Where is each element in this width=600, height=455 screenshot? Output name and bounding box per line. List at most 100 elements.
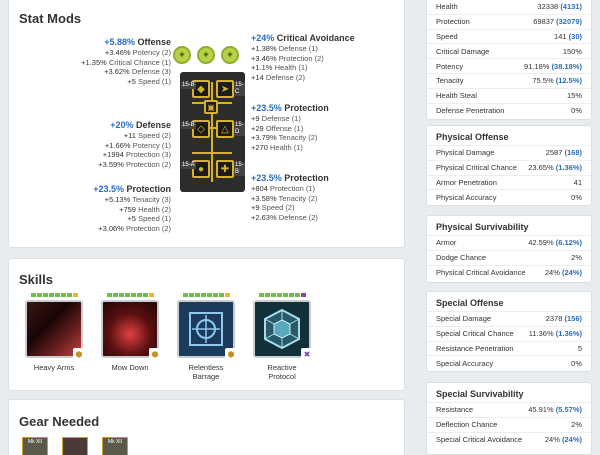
stat-label: Health <box>436 1 458 11</box>
mod-secondary-label: Defense (2) <box>278 212 318 222</box>
mod-block-triangle: +23.5% Protection +9 Defense (1) +29 Offen… <box>251 102 329 152</box>
stat-value: 5 <box>578 344 582 353</box>
skill-pip <box>48 293 54 297</box>
skill-pip <box>130 293 136 297</box>
stat-base-value: 150% <box>562 46 582 56</box>
stat-row: Resistance Penetration 5 <box>427 340 591 356</box>
skill-heavy-arms[interactable]: ⬢ Heavy Arms <box>24 293 85 372</box>
stat-label: Defense Penetration <box>436 105 505 115</box>
mod-secondary-stat: +1.35% Critical Chance (1) <box>81 58 171 68</box>
stat-base-value: 32338 <box>537 1 559 11</box>
stat-row: Potency 91.18% (38.18%) <box>427 58 591 73</box>
mod-secondary-value: +1.66% <box>104 140 131 150</box>
skill-pip <box>258 293 264 297</box>
mod-primary-label: Defense <box>135 120 171 130</box>
mod-secondary-label: Offense (1) <box>265 123 304 133</box>
gear-item[interactable]: Mk XII <box>102 437 128 455</box>
skill-mow-down[interactable]: ⬢ Mow Down <box>100 293 161 372</box>
mod-primary-label: Critical Avoidance <box>276 33 355 43</box>
mod-secondary-stat: +2.63% Defense (2) <box>251 213 329 223</box>
mod-secondary-value: +759 <box>119 204 136 214</box>
gear-needed-title: Gear Needed <box>19 414 100 429</box>
stat-value: 2587 (168) <box>546 148 582 157</box>
mod-slot-triangle[interactable]: △ <box>216 120 234 138</box>
mod-secondary-label: Speed (1) <box>138 214 171 223</box>
omega-badge-icon: ✖ <box>301 348 313 360</box>
mod-secondary-label: Protection (1) <box>270 184 316 193</box>
stat-base-value: 11.36% <box>528 329 554 339</box>
mod-secondary-stat: +1.1% Health (1) <box>251 63 355 73</box>
stat-value: 141 (30) <box>554 32 582 41</box>
upgrade-badge-icon: ⬢ <box>73 348 85 360</box>
skill-name: Relentless Barrage <box>188 363 224 381</box>
skills-title: Skills <box>19 272 53 287</box>
skill-pip <box>148 293 154 297</box>
mod-secondary-value: +1.38% <box>251 44 277 53</box>
mod-primary-label: Protection <box>284 173 329 183</box>
mod-secondary-label: Tenacity (3) <box>132 195 171 204</box>
gear-item[interactable]: Mk XII <box>22 437 48 455</box>
mod-secondary-value: +3.46% <box>104 48 131 57</box>
mod-slots-frame: ◆ ➤ ◇ △ ● ✚ ▣ 15-B 15-C 15-B 15-D 15-A 1… <box>180 72 245 192</box>
skill-relentless-barrage[interactable]: ⬢ Relentless Barrage <box>176 293 237 381</box>
mod-secondary-stat: +3.06% Protection (2) <box>93 224 171 234</box>
stat-value: 42.59% (6.12%) <box>528 238 582 247</box>
mod-primary-value: +23.5% <box>93 184 124 194</box>
skill-pip <box>106 293 112 297</box>
stat-label: Physical Damage <box>436 148 495 158</box>
mod-secondary-value: +29 <box>251 123 264 133</box>
stat-row: Physical Accuracy 0% <box>427 189 591 204</box>
mod-secondary-stat: +3.58% Tenacity (2) <box>251 194 329 204</box>
stat-label: Critical Damage <box>436 46 490 56</box>
stat-row: Physical Critical Avoidance 24% (24%) <box>427 264 591 280</box>
stat-row: Special Accuracy 0% <box>427 355 591 370</box>
stat-bonus-value: (30) <box>568 31 582 41</box>
stat-base-value: 2378 <box>545 314 563 324</box>
stat-label: Armor <box>436 238 457 248</box>
stat-bonus-value: (6.12%) <box>555 238 582 248</box>
hexagon-shield-icon: ✖ <box>253 300 313 360</box>
slot-level-label: 15-B <box>181 122 196 129</box>
skill-reactive-protocol[interactable]: ✖ Reactive Protocol <box>252 293 313 381</box>
skill-pip <box>224 293 230 297</box>
stat-base-value: 2587 <box>545 148 563 158</box>
mod-primary-value: +23.5% <box>251 103 282 113</box>
gear-item[interactable] <box>62 437 88 455</box>
skill-pip <box>206 293 212 297</box>
stat-bonus-value: (5.57%) <box>555 405 582 415</box>
stat-row: Armor Penetration 41 <box>427 174 591 190</box>
stat-row: Tenacity 75.5% (12.5%) <box>427 72 591 88</box>
stat-label: Health Steal <box>436 91 477 101</box>
mod-primary-stat: +20% Defense <box>98 119 171 131</box>
mod-block-circle: +23.5% Protection +5.13% Tenacity (3) +759… <box>93 183 171 233</box>
skill-pip <box>118 293 124 297</box>
stat-bonus-value: (1.36%) <box>555 329 582 339</box>
stat-label: Resistance Penetration <box>436 343 514 353</box>
stat-value: 15% <box>567 91 582 100</box>
stat-mods-panel: Stat Mods +5.88% Offense +3.46% Potency (… <box>8 0 405 248</box>
stat-value: 24% (24%) <box>545 268 582 277</box>
mod-secondary-label: Potency (1) <box>132 140 171 150</box>
mod-secondary-value: +5 <box>127 76 136 86</box>
stat-bonus-value: (4131) <box>560 1 582 11</box>
mod-secondary-label: Protection (2) <box>278 53 324 63</box>
stat-base-value: 45.91% <box>528 405 554 415</box>
stat-value: 0% <box>571 193 582 202</box>
slot-level-label: 15-A <box>181 162 196 169</box>
mod-secondary-value: +1994 <box>102 150 124 159</box>
stat-bonus-value: (12.5%) <box>555 76 582 86</box>
mod-slot-cross[interactable]: ✚ <box>216 160 234 178</box>
stat-bonus-value: (1.36%) <box>555 163 582 173</box>
skill-name: Mow Down <box>111 363 149 372</box>
general-stats-panel: Health 32338 (4131) Protection 69837 (32079… <box>426 0 592 120</box>
stat-row: Special Damage 2378 (156) <box>427 311 591 326</box>
mod-block-cross: +23.5% Protection +804 Protection (1) +3.5… <box>251 172 329 222</box>
skill-pip <box>72 293 78 297</box>
mod-secondary-stat: +9 Defense (1) <box>251 114 329 124</box>
skill-pip <box>66 293 72 297</box>
stat-row: Protection 69837 (32079) <box>427 13 591 29</box>
stat-row: Armor 42.59% (6.12%) <box>427 235 591 250</box>
mod-slot-arrow[interactable]: ➤ <box>216 80 234 98</box>
stat-row: Dodge Chance 2% <box>427 249 591 265</box>
mod-primary-stat: +23.5% Protection <box>251 102 329 114</box>
